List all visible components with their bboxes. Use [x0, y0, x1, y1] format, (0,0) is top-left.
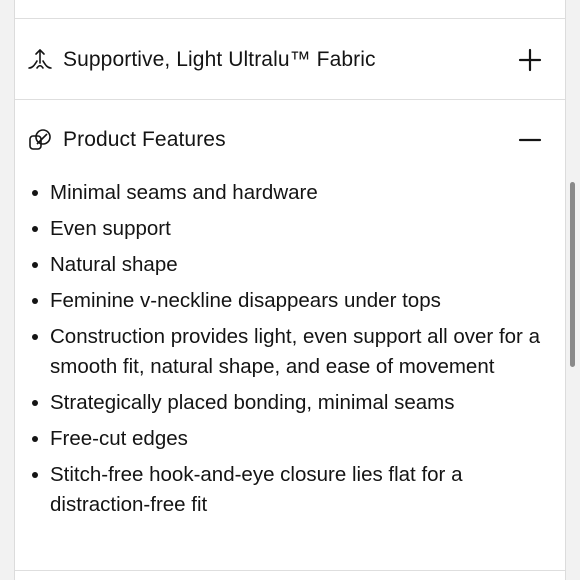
minus-icon[interactable] — [517, 127, 543, 153]
product-details-panel: Supportive, Light Ultralu™ Fabric Produc… — [14, 0, 566, 580]
feature-item: Construction provides light, even suppor… — [29, 322, 549, 382]
feature-item: Free-cut edges — [29, 424, 549, 454]
accordion-features-title: Product Features — [63, 128, 226, 151]
section-divider — [15, 18, 565, 19]
product-features-list: Minimal seams and hardware Even support … — [29, 178, 549, 526]
section-divider — [15, 570, 565, 571]
feature-item: Natural shape — [29, 250, 549, 280]
section-divider — [15, 99, 565, 100]
plus-icon[interactable] — [517, 47, 543, 73]
feature-item: Stitch-free hook-and-eye closure lies fl… — [29, 460, 549, 520]
stretch-fabric-icon — [27, 47, 53, 73]
feature-item: Even support — [29, 214, 549, 244]
feature-item: Feminine v-neckline disappears under top… — [29, 286, 549, 316]
scrollbar-thumb[interactable] — [570, 182, 575, 367]
accordion-fabric-title: Supportive, Light Ultralu™ Fabric — [63, 48, 376, 71]
accordion-fabric-header[interactable]: Supportive, Light Ultralu™ Fabric — [15, 38, 565, 82]
overlapping-shapes-icon — [27, 127, 53, 153]
feature-item: Minimal seams and hardware — [29, 178, 549, 208]
feature-item: Strategically placed bonding, minimal se… — [29, 388, 549, 418]
accordion-features-header[interactable]: Product Features — [15, 118, 565, 162]
